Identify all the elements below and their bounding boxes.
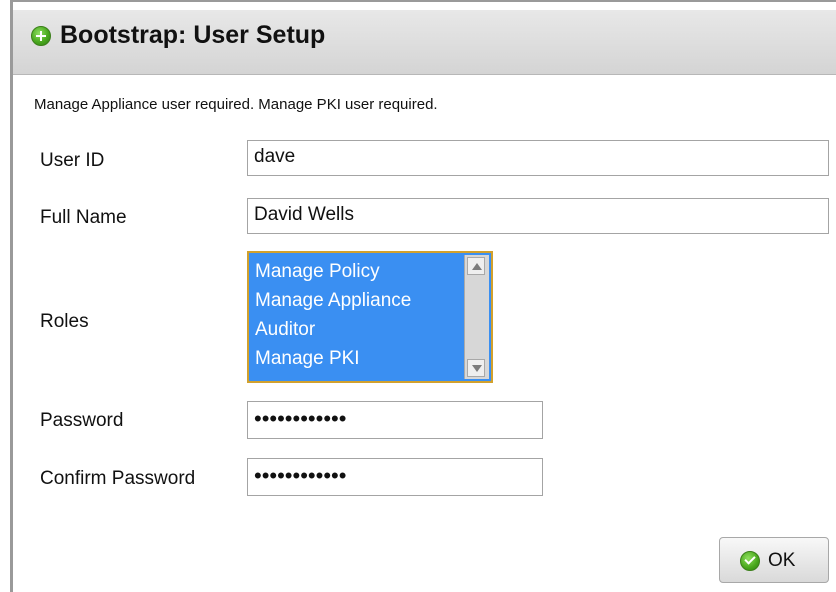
user-id-label: User ID [40, 150, 105, 171]
dialog-header: Bootstrap: User Setup [13, 10, 836, 75]
scroll-down-button[interactable] [467, 359, 485, 377]
add-circle-icon [31, 26, 51, 46]
roles-scrollbar[interactable] [464, 255, 489, 379]
scroll-up-arrow-icon [472, 263, 482, 270]
password-label: Password [40, 410, 124, 431]
dialog-title: Bootstrap: User Setup [60, 21, 326, 49]
scroll-down-arrow-icon [472, 365, 482, 372]
ok-button-label: OK [768, 550, 796, 571]
role-option-auditor[interactable]: Auditor [255, 319, 315, 341]
user-id-input[interactable]: dave [247, 140, 829, 176]
confirm-password-label: Confirm Password [40, 468, 196, 489]
password-input[interactable]: •••••••••••• [247, 401, 543, 439]
full-name-label: Full Name [40, 207, 127, 228]
roles-label: Roles [40, 311, 89, 332]
confirm-password-input[interactable]: •••••••••••• [247, 458, 543, 496]
requirements-notice: Manage Appliance user required. Manage P… [34, 96, 438, 113]
role-option-manage-policy[interactable]: Manage Policy [255, 261, 380, 283]
role-option-manage-appliance[interactable]: Manage Appliance [255, 290, 411, 312]
scroll-up-button[interactable] [467, 257, 485, 275]
check-circle-icon [740, 551, 760, 571]
user-setup-dialog: Bootstrap: User Setup Manage Appliance u… [10, 0, 836, 592]
full-name-input[interactable]: David Wells [247, 198, 829, 234]
roles-listbox[interactable]: Manage Policy Manage Appliance Auditor M… [247, 251, 493, 383]
role-option-manage-pki[interactable]: Manage PKI [255, 348, 360, 370]
ok-button[interactable]: OK [719, 537, 829, 583]
